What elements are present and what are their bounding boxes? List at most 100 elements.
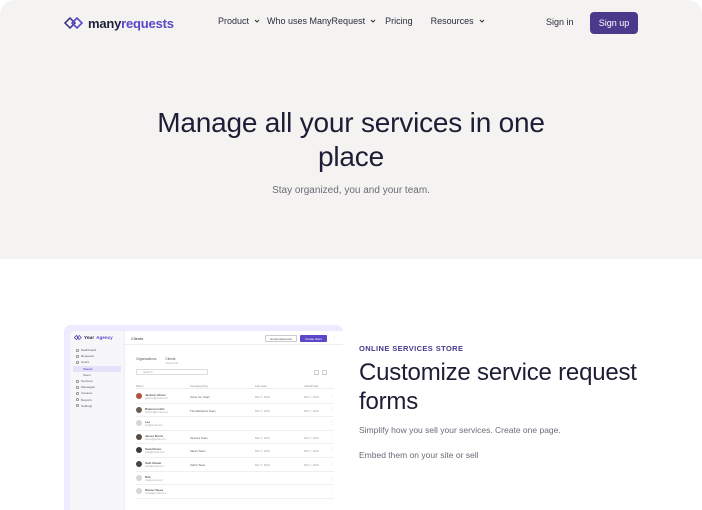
nav-icon [76,385,79,389]
nav-links: Product Who uses ManyRequest Pricing Res… [218,16,487,26]
cell-email: brianna@email.com [145,410,169,414]
preview-search: Search [136,369,208,375]
preview-sidebar-label: Invoices [81,391,93,396]
nav-icon [76,391,79,395]
avatar [136,488,142,495]
preview-brand: Your Agency [74,335,113,340]
sign-up-button[interactable]: Sign up [590,12,638,34]
nav-item-pricing[interactable]: Pricing [385,16,413,26]
preview-topbar: Clients Announcements Create client ⋮ [125,331,343,345]
sign-in-link[interactable]: Sign in [546,17,574,27]
column-header: Last seen [255,384,268,388]
preview-brand-agency: Agency [96,335,113,340]
feature-text-1: Simplify how you sell your services. Cre… [359,425,561,435]
table-row: Sara Moore sara@email.com Sara's Team Mar 7… [136,444,334,458]
hero-section: manyrequests Product Who uses ManyReques… [0,0,702,259]
hero-subtitle: Stay organized, you and your team. [272,185,430,196]
preview-sidebar-label: Settings [81,403,93,408]
nav-item-label: Pricing [385,16,413,26]
preview-sidebar: Your Agency Dashboard Requests Users Client… [70,331,124,510]
cell-company: James's Team [190,435,208,440]
logo-mark-icon [64,17,84,29]
table-row: Leo leo@email.com ⋮ [136,417,334,431]
chevron-down-icon [479,19,484,23]
preview-sidebar-label: Users [81,360,90,365]
nav-icon [76,404,79,408]
page: manyrequests Product Who uses ManyReques… [0,0,702,510]
avatar [136,420,142,427]
nav-item-who-uses[interactable]: Who uses ManyRequest [267,16,378,26]
column-header: Name [136,384,144,388]
avatar [136,461,142,467]
tab-count: Clients list [165,361,179,365]
cell-email: jackson@email.com [145,397,169,400]
preview-sidebar-label: Reports [81,397,92,402]
table-row: Brianna Curtis brianna@email.com The Marke… [136,404,334,418]
preview-sidebar-item: Settings [73,403,121,409]
avatar [136,406,142,413]
hero-title: Manage all your services in one place [157,107,545,172]
cell-email: sara@email.com [145,451,165,455]
preview-sidebar-label: Clients [83,366,93,371]
avatar [136,393,142,399]
column-header: Joined/Last [304,384,319,388]
cell-created: Mar 7, 2021 [255,463,270,467]
tab-organizations: Organizations [136,357,157,361]
cell-email: seth@email.com [145,465,165,468]
table-row: James Burns james@email.com James's Team Ma… [136,431,334,445]
logo[interactable]: manyrequests [64,14,174,32]
table-row: Jackson Mover jackson@email.com Acme Inc. … [136,390,334,404]
cell-created: Mar 7, 2021 [255,449,270,454]
preview-nav: Dashboard Requests Users Clients Team Service… [73,347,121,409]
cell-company: Seth's Team [190,463,206,467]
nav-item-label: Who uses ManyRequest [267,16,366,26]
cell-last: Mar 7, 2021 [304,463,319,467]
app-preview: Your Agency Dashboard Requests Users Client… [70,331,343,510]
table-row: Nicole Hayes nicole@email.com ⋮ [136,485,334,499]
announcements-button: Announcements [265,335,297,342]
cell-last: Mar 7, 2021 [304,408,319,413]
table-row: Seth Mosier seth@email.com Seth's Team Mar … [136,458,334,472]
preview-sidebar-label: Team [83,372,91,377]
top-nav: manyrequests Product Who uses ManyReques… [0,0,702,46]
more-icon: ⋮ [330,394,334,398]
column-header: Company/Org [190,384,208,388]
nav-item-resources[interactable]: Resources [431,16,487,26]
cell-email: james@email.com [145,437,167,441]
cell-company: Sara's Team [190,449,206,454]
tab-clients: Clients Clients list [165,357,178,365]
more-icon: ⋮ [330,434,334,439]
nav-item-product[interactable]: Product [218,16,262,26]
feature-title: Customize service request forms [359,359,637,415]
preview-sidebar-label: Messages [81,385,96,390]
cell-created: Mar 7, 2021 [255,435,270,440]
more-icon: ⋮ [330,475,334,480]
more-icon: ⋮ [330,489,334,494]
preview-sidebar-label: Requests [81,354,95,359]
cell-email: leo@email.com [145,424,163,428]
sort-icon [322,370,327,375]
chevron-down-icon [254,19,260,23]
more-icon: ⋮ [330,407,334,412]
app-preview-frame: Your Agency Dashboard Requests Users Client… [64,325,343,510]
preview-sidebar-label: Dashboard [81,348,97,353]
preview-sidebar-item: Users [73,359,121,365]
nav-icon [76,354,79,358]
nav-icon [76,360,79,364]
cell-created: Mar 7, 2021 [255,408,270,413]
filter-icon [314,370,319,375]
cell-last: Mar 7, 2021 [304,395,319,399]
preview-main: Clients Announcements Create client ⋮ Or… [124,331,343,510]
avatar [136,474,142,481]
cell-company: Acme Inc. Team [190,395,210,399]
cell-last: Mar 7, 2021 [304,449,319,454]
preview-table-header: Name Company/Org Last seen Joined/Last [136,384,334,389]
nav-icon [76,379,79,383]
feature-kicker: ONLINE SERVICES STORE [359,344,464,353]
more-icon: ⋮ [330,448,334,453]
avatar [136,433,142,440]
nav-icon [76,348,79,352]
cell-email: nicole@email.com [145,492,167,496]
table-row: Rita rita@email.com ⋮ [136,472,334,486]
preview-page-title: Clients [131,336,144,341]
